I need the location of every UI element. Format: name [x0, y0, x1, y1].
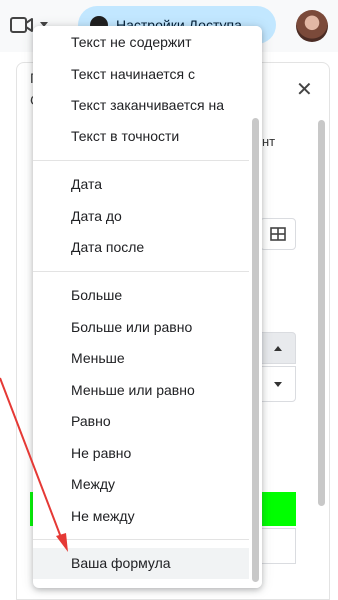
- triangle-down-icon: [274, 381, 282, 387]
- menu-item-greater-or-equal[interactable]: Больше или равно: [33, 312, 249, 343]
- side-panel-scrollbar[interactable]: [318, 120, 325, 506]
- format-preview-box: [260, 528, 296, 564]
- dropdown-button[interactable]: [260, 366, 296, 402]
- menu-divider: [33, 271, 249, 272]
- menu-item-less-or-equal[interactable]: Меньше или равно: [33, 375, 249, 406]
- triangle-up-icon: [274, 345, 282, 351]
- menu-divider: [33, 160, 249, 161]
- menu-item-text-starts-with[interactable]: Текст начинается с: [33, 59, 249, 90]
- menu-scrollbar-thumb[interactable]: [252, 118, 259, 582]
- condition-dropdown-menu: Текст не содержит Текст начинается с Тек…: [33, 26, 262, 588]
- menu-item-between[interactable]: Между: [33, 469, 249, 500]
- menu-item-equal[interactable]: Равно: [33, 406, 249, 437]
- close-icon[interactable]: ✕: [296, 80, 313, 100]
- range-select-button[interactable]: [260, 218, 296, 250]
- grid-table-icon: [270, 227, 286, 241]
- menu-item-not-equal[interactable]: Не равно: [33, 438, 249, 469]
- menu-item-not-between[interactable]: Не между: [33, 501, 249, 532]
- menu-item-less-than[interactable]: Меньше: [33, 343, 249, 374]
- menu-item-date-is[interactable]: Дата: [33, 169, 249, 200]
- menu-item-date-after[interactable]: Дата после: [33, 232, 249, 263]
- fill-color-swatch[interactable]: [260, 492, 296, 526]
- menu-item-date-before[interactable]: Дата до: [33, 201, 249, 232]
- video-camera-icon[interactable]: [10, 16, 34, 34]
- menu-item-text-exactly[interactable]: Текст в точности: [33, 121, 249, 152]
- user-avatar[interactable]: [296, 10, 328, 42]
- menu-item-greater-than[interactable]: Больше: [33, 280, 249, 311]
- menu-item-text-not-contains[interactable]: Текст не содержит: [33, 27, 249, 58]
- menu-divider: [33, 539, 249, 540]
- stepper-up-button[interactable]: [260, 332, 296, 364]
- menu-item-custom-formula[interactable]: Ваша формула: [33, 548, 249, 579]
- menu-item-text-ends-with[interactable]: Текст заканчивается на: [33, 90, 249, 121]
- panel-partial-text: нт: [262, 134, 276, 149]
